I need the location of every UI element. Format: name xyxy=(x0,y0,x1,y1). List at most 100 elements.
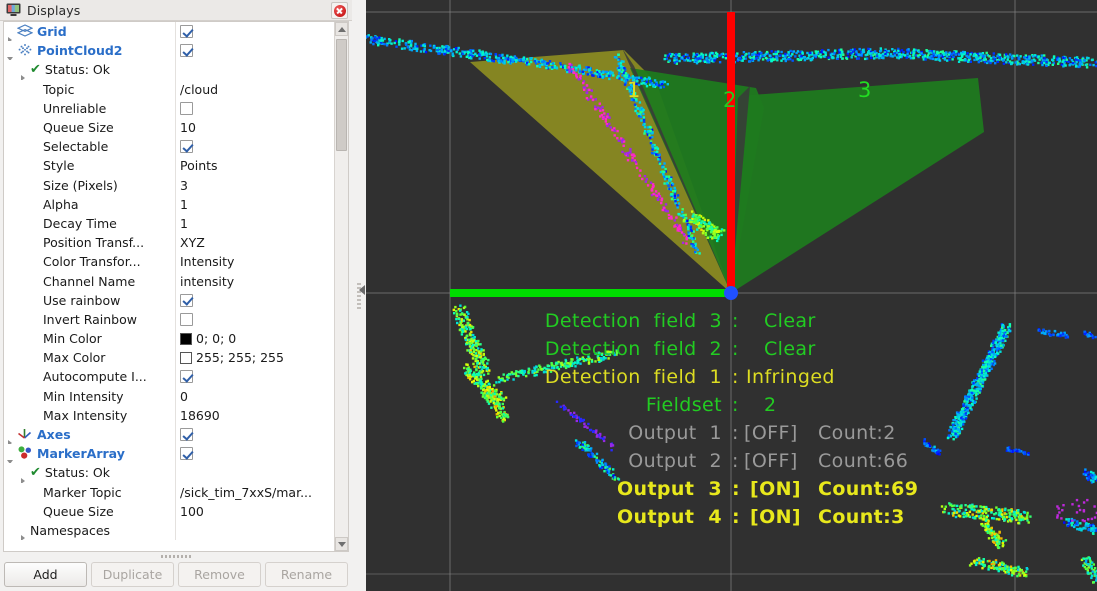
tree-row[interactable]: Alpha1 xyxy=(4,195,334,214)
tree-row[interactable]: StylePoints xyxy=(4,156,334,175)
tree-row-value-cell[interactable] xyxy=(176,425,334,444)
tree-row[interactable]: Size (Pixels)3 xyxy=(4,176,334,195)
scroll-down-arrow-icon[interactable] xyxy=(335,537,348,551)
tree-row[interactable]: Selectable xyxy=(4,137,334,156)
detection-label: Detection field 3 xyxy=(545,310,722,332)
visibility-checkbox[interactable] xyxy=(180,370,193,383)
tree-row-label: Position Transf... xyxy=(43,235,144,250)
tree-row-name-cell: Unreliable xyxy=(4,99,176,118)
tree-row-value-cell[interactable]: /cloud xyxy=(176,80,334,99)
grid-icon xyxy=(17,24,34,39)
tree-row-label: Unreliable xyxy=(43,101,106,116)
tree-row-value-cell[interactable]: 3 xyxy=(176,176,334,195)
tree-row-value-cell[interactable]: 0; 0; 0 xyxy=(176,329,334,348)
field-number-label: 2 xyxy=(723,88,736,112)
tree-row[interactable]: Use rainbow xyxy=(4,291,334,310)
tree-row-label: MarkerArray xyxy=(37,446,125,461)
detection-value: 2 xyxy=(764,394,777,416)
rviz-3d-viewport[interactable]: 123 Detection field 3:ClearDetection fie… xyxy=(366,0,1097,591)
tree-row[interactable]: Grid xyxy=(4,22,334,41)
tree-row-label: Channel Name xyxy=(43,274,135,289)
tree-row-value-cell[interactable] xyxy=(176,310,334,329)
tree-row-label: Grid xyxy=(37,24,67,39)
tree-row[interactable]: ✔Status: Ok xyxy=(4,463,334,482)
tree-row[interactable]: Color Transfor... Intensity xyxy=(4,252,334,271)
scroll-up-arrow-icon[interactable] xyxy=(335,22,348,36)
tree-row-value-cell[interactable]: 1 xyxy=(176,214,334,233)
tree-row-value-cell[interactable] xyxy=(176,367,334,386)
visibility-checkbox[interactable] xyxy=(180,447,193,460)
tree-row[interactable]: Channel Name intensity xyxy=(4,271,334,290)
visibility-checkbox[interactable] xyxy=(180,44,193,57)
visibility-checkbox[interactable] xyxy=(180,140,193,153)
visibility-checkbox[interactable] xyxy=(180,428,193,441)
tree-row-label: Color Transfor... xyxy=(43,254,141,269)
tree-row[interactable]: Invert Rainbow xyxy=(4,310,334,329)
tree-row[interactable]: Min Intensity 0 xyxy=(4,387,334,406)
tree-row-value-cell[interactable] xyxy=(176,41,334,60)
collapse-left-arrow-icon[interactable] xyxy=(359,285,365,295)
tree-row-value-cell[interactable]: 18690 xyxy=(176,406,334,425)
tree-row[interactable]: MarkerArray xyxy=(4,444,334,463)
output-state: [OFF] xyxy=(744,450,798,472)
tree-row-value-cell[interactable]: /sick_tim_7xxS/mar... xyxy=(176,483,334,502)
tree-row-value-cell[interactable] xyxy=(176,99,334,118)
axes-icon xyxy=(17,427,34,442)
field-number-label: 3 xyxy=(858,78,871,102)
tree-row[interactable]: Axes xyxy=(4,425,334,444)
tree-row[interactable]: Topic/cloud xyxy=(4,80,334,99)
tree-row-name-cell: Grid xyxy=(4,22,176,41)
tree-row[interactable]: Namespaces xyxy=(4,521,334,540)
tree-row[interactable]: Max Intensity18690 xyxy=(4,406,334,425)
tree-row[interactable]: PointCloud2 xyxy=(4,41,334,60)
visibility-checkbox[interactable] xyxy=(180,25,193,38)
tree-row[interactable]: Min Color 0; 0; 0 xyxy=(4,329,334,348)
tree-row-label: Axes xyxy=(37,427,71,442)
tree-row[interactable]: Marker Topic/sick_tim_7xxS/mar... xyxy=(4,483,334,502)
output-count: Count:3 xyxy=(818,506,905,528)
tree-row-value-cell[interactable] xyxy=(176,291,334,310)
detection-label: Detection field 1 xyxy=(545,366,722,388)
panel-horizontal-splitter[interactable] xyxy=(0,552,352,561)
tree-row-label: Invert Rainbow xyxy=(43,312,137,327)
tree-row[interactable]: Unreliable xyxy=(4,99,334,118)
tree-row-value-cell[interactable]: XYZ xyxy=(176,233,334,252)
tree-vertical-scrollbar[interactable] xyxy=(334,22,348,551)
tree-row[interactable]: Max Color255; 255; 255 xyxy=(4,348,334,367)
tree-row-value-cell[interactable]: 10 xyxy=(176,118,334,137)
tree-row-name-cell: Style xyxy=(4,156,176,175)
tree-row-value-cell[interactable]: 255; 255; 255 xyxy=(176,348,334,367)
visibility-checkbox[interactable] xyxy=(180,102,193,115)
tree-row[interactable]: Queue Size10 xyxy=(4,118,334,137)
tree-row-value-cell[interactable] xyxy=(176,444,334,463)
monitor-icon xyxy=(6,3,21,17)
color-swatch[interactable] xyxy=(180,352,192,364)
tree-row-value-cell[interactable] xyxy=(176,22,334,41)
visibility-checkbox[interactable] xyxy=(180,294,193,307)
pointcloud-icon xyxy=(17,43,34,58)
panel-vertical-splitter[interactable] xyxy=(352,0,366,591)
markerarray-icon xyxy=(17,446,34,461)
tree-row-label: Min Color xyxy=(43,331,102,346)
tree-row-value-cell[interactable]: 1 xyxy=(176,195,334,214)
add-button[interactable]: Add xyxy=(4,562,87,587)
tree-row-value-cell[interactable]: 0 xyxy=(176,387,334,406)
close-icon[interactable] xyxy=(331,2,348,19)
tree-row[interactable]: Position Transf... XYZ xyxy=(4,233,334,252)
tree-row-value-cell[interactable]: Points xyxy=(176,156,334,175)
visibility-checkbox[interactable] xyxy=(180,313,193,326)
tree-row-value-cell[interactable]: Intensity xyxy=(176,252,334,271)
tree-row-label: Min Intensity xyxy=(43,389,124,404)
detection-label: Detection field 2 xyxy=(545,338,722,360)
tree-row[interactable]: Autocompute I... xyxy=(4,367,334,386)
tree-row[interactable]: ✔Status: Ok xyxy=(4,60,334,79)
tree-row-value-cell[interactable]: intensity xyxy=(176,271,334,290)
output-state: [ON] xyxy=(750,478,801,500)
tree-row-value-cell[interactable]: 100 xyxy=(176,502,334,521)
displays-tree[interactable]: GridPointCloud2✔Status: OkTopic/cloudUnr… xyxy=(4,22,334,551)
tree-row-value-cell[interactable] xyxy=(176,137,334,156)
tree-row[interactable]: Queue Size100 xyxy=(4,502,334,521)
color-swatch[interactable] xyxy=(180,333,192,345)
tree-row[interactable]: Decay Time1 xyxy=(4,214,334,233)
scrollbar-thumb[interactable] xyxy=(336,39,347,151)
